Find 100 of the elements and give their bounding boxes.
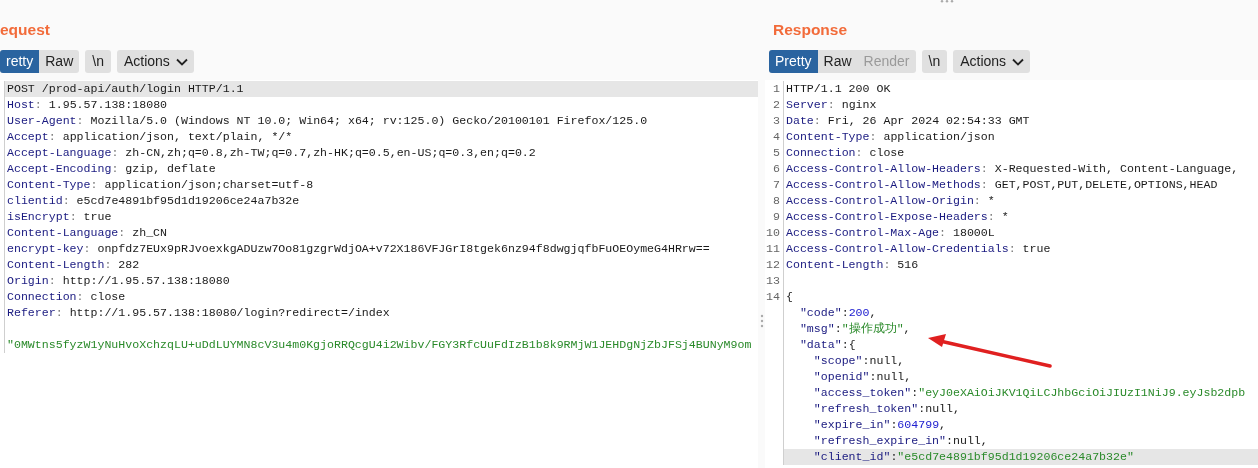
separator: : <box>980 162 989 175</box>
json-key: "client_id" <box>786 450 891 463</box>
json-punctuation: , <box>903 322 911 335</box>
header-name: encrypt-key <box>7 242 84 255</box>
json-key: "refresh_token" <box>786 402 919 415</box>
actions-button[interactable]: Actions <box>953 50 1031 73</box>
header-name: Access-Control-Allow-Origin <box>786 194 974 207</box>
header-value: gzip, deflate <box>125 162 216 175</box>
drag-handle-icon[interactable] <box>759 314 764 328</box>
header-name: Accept <box>7 130 49 143</box>
separator: : <box>869 130 878 143</box>
header-value: true <box>83 210 112 223</box>
json-punctuation: : <box>862 354 870 367</box>
json-null: null <box>953 434 981 447</box>
header-name: Referer <box>7 306 56 319</box>
view-tab[interactable]: Pretty <box>769 50 818 73</box>
json-string: "0MWtns5fyzW1yNuHvoXchzqLU+uDdLUYMN8cV3u4m0KgjoRRQcgU4i2Wibv/FGY3RfcUuFdIzB1b8k9RMjW1JEHDgNjZbJFSj4BUNyM9om <box>7 338 752 351</box>
json-punctuation: : <box>890 418 898 431</box>
header-name: Access-Control-Allow-Credentials <box>786 242 1009 255</box>
header-value: nginx <box>841 98 877 111</box>
line-number: 2 <box>773 98 780 111</box>
header-value: http://1.95.57.138:18080 <box>62 274 230 287</box>
view-tab[interactable]: Raw <box>39 50 80 73</box>
json-punctuation: : <box>918 402 926 415</box>
line-number: 13 <box>766 274 780 287</box>
separator: : <box>111 162 120 175</box>
json-null: null <box>876 370 905 383</box>
json-punctuation: : <box>890 450 898 463</box>
header-name: Accept-Language <box>7 146 112 159</box>
json-key: "data" <box>786 338 842 351</box>
header-value: * <box>987 194 995 207</box>
separator: : <box>855 146 864 159</box>
json-key: "msg" <box>786 322 835 335</box>
header-value: X-Requested-With, Content-Language, <box>994 162 1239 175</box>
header-name: Access-Control-Allow-Headers <box>786 162 981 175</box>
line-number: 14 <box>766 290 780 303</box>
json-number: 200 <box>848 306 870 319</box>
header-name: Connection <box>7 290 77 303</box>
line-number: 11 <box>766 242 780 255</box>
separator: : <box>1008 242 1017 255</box>
separator: : <box>48 130 57 143</box>
json-punctuation: , <box>953 402 960 415</box>
chevron-down-icon <box>1012 57 1025 66</box>
header-value: 18000L <box>953 226 995 239</box>
view-tab[interactable]: retty <box>0 50 40 73</box>
json-punctuation: { <box>786 290 793 303</box>
header-value: HTTP/1.1 200 OK <box>786 82 891 95</box>
header-value: 516 <box>897 258 919 271</box>
json-punctuation: : <box>946 434 953 447</box>
newline-toggle-button[interactable]: \n <box>921 50 948 73</box>
json-punctuation: , <box>939 418 947 431</box>
separator: : <box>827 98 836 111</box>
newline-toggle-button[interactable]: \n <box>85 50 111 73</box>
line-number: 4 <box>773 130 780 143</box>
header-value: Mozilla/5.0 (Windows NT 10.0; Win64; x64; rv:125.0) Gecko/20100101 Firefox/125.0 <box>90 114 648 127</box>
separator: : <box>813 114 822 127</box>
header-value: http://1.95.57.138:18080/login?redirect=/index <box>69 306 390 319</box>
json-key: "openid" <box>786 370 870 383</box>
header-value: POST /prod-api/auth/login HTTP/1.1 <box>7 82 244 95</box>
drag-handle-icon[interactable] <box>939 0 954 3</box>
separator: : <box>83 242 92 255</box>
header-value: close <box>869 146 905 159</box>
json-string: "操作成功" <box>841 322 904 335</box>
json-punctuation: , <box>980 434 988 447</box>
header-name: Connection <box>786 146 856 159</box>
header-value: close <box>90 290 126 303</box>
header-value: true <box>1022 242 1051 255</box>
line-number: 8 <box>773 194 780 207</box>
json-punctuation: : <box>834 322 842 335</box>
header-value: onpfdz7EUx9pRJvoexkgADUzw7Oo81gzgrWdjOA+v72X186VFJGrI8tgek6nz94f8dwgjqfbFuOEOymeG4HRrw== <box>97 242 710 255</box>
separator: : <box>118 226 127 239</box>
header-name: Content-Type <box>786 130 870 143</box>
json-null: null <box>869 354 898 367</box>
json-string: "e5cd7e4891bf95d1d19206ce24a7b32e" <box>897 450 1134 463</box>
json-key: "code" <box>786 306 842 319</box>
header-value: Fri, 26 Apr 2024 02:54:33 GMT <box>827 114 1030 127</box>
separator: : <box>939 226 948 239</box>
actions-button[interactable]: Actions <box>116 50 194 73</box>
header-name: Server <box>786 98 828 111</box>
header-name: Content-Length <box>7 258 105 271</box>
header-name: isEncrypt <box>7 210 70 223</box>
header-value: zh_CN <box>132 226 168 239</box>
separator: : <box>883 258 892 271</box>
view-tab[interactable]: Raw <box>817 50 858 73</box>
json-punctuation: , <box>869 306 877 319</box>
separator: : <box>76 114 85 127</box>
separator: : <box>987 210 996 223</box>
header-value: application/json <box>883 130 995 143</box>
header-name: User-Agent <box>7 114 77 127</box>
separator: : <box>69 210 78 223</box>
separator: : <box>48 274 57 287</box>
json-punctuation: : <box>869 370 877 383</box>
json-number: 604799 <box>897 418 940 431</box>
header-value: * <box>1001 210 1009 223</box>
header-name: Access-Control-Max-Age <box>786 226 940 239</box>
separator: : <box>111 146 120 159</box>
separator: : <box>104 258 113 271</box>
header-name: Access-Control-Allow-Methods <box>786 178 981 191</box>
separator: : <box>980 178 989 191</box>
header-name: Date <box>786 114 814 127</box>
